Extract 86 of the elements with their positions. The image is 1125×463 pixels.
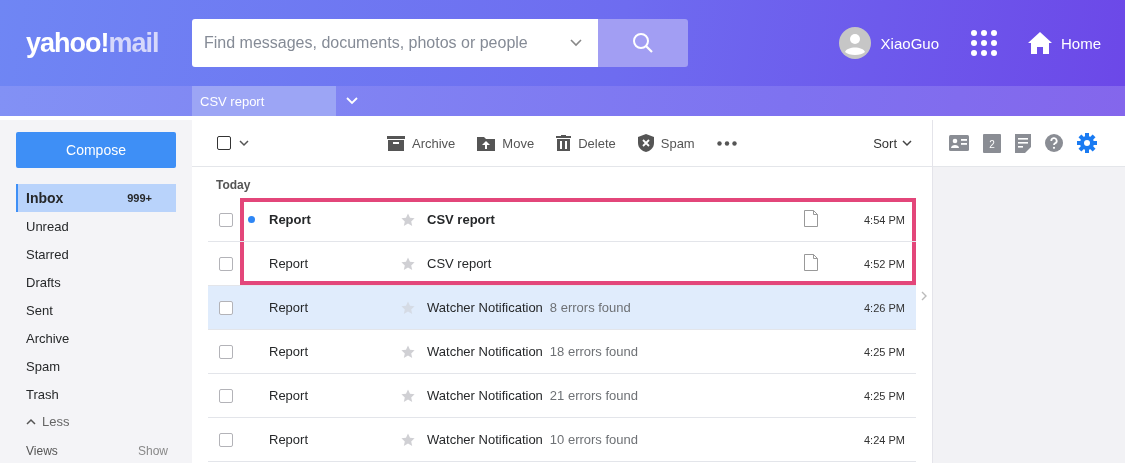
- folder-label: Archive: [26, 330, 70, 346]
- sender-name: Report: [269, 256, 310, 271]
- star-icon[interactable]: [401, 212, 415, 227]
- message-time: 4:25 PM: [864, 389, 906, 402]
- folder-item[interactable]: Spam: [16, 352, 176, 380]
- message-row[interactable]: Report Watcher Notification 21 errors found 4:25 PM: [208, 374, 916, 418]
- message-subject: Watcher Notification: [427, 388, 543, 403]
- shield-icon: [637, 134, 654, 152]
- star-icon[interactable]: [401, 256, 415, 271]
- search-field[interactable]: Find messages, documents, photos or people: [192, 19, 598, 67]
- message-time: 4:25 PM: [864, 345, 906, 358]
- chevron-right-icon[interactable]: [920, 291, 928, 301]
- folder-label: Unread: [26, 218, 69, 234]
- message-row[interactable]: Report Watcher Notification 10 errors found 4:24 PM: [208, 418, 916, 462]
- row-checkbox[interactable]: [219, 344, 233, 359]
- star-icon[interactable]: [401, 388, 415, 403]
- message-subject: Watcher Notification: [427, 344, 543, 359]
- folder-label: Spam: [26, 358, 60, 374]
- move-button[interactable]: Move: [477, 135, 535, 151]
- spam-button[interactable]: Spam: [637, 134, 695, 152]
- message-subject: CSV report: [427, 212, 495, 227]
- chevron-down-icon: [902, 139, 912, 147]
- more-icon[interactable]: [716, 140, 737, 146]
- folder-item[interactable]: Unread: [16, 212, 176, 240]
- message-time: 4:52 PM: [864, 257, 906, 270]
- sender-name: Report: [269, 388, 310, 403]
- contact-card-icon[interactable]: [949, 135, 969, 151]
- home-link[interactable]: Home: [1027, 31, 1101, 55]
- sort-button[interactable]: Sort: [873, 135, 912, 151]
- folder-label: Sent: [26, 302, 53, 318]
- folder-label: Trash: [26, 386, 59, 402]
- delete-button[interactable]: Delete: [556, 135, 616, 151]
- unread-count: 999+: [127, 192, 152, 204]
- message-snippet: 8 errors found: [549, 300, 631, 315]
- message-time: 4:24 PM: [864, 433, 906, 446]
- message-row[interactable]: Report Watcher Notification 8 errors found 4:26 PM: [208, 286, 916, 330]
- folder-item[interactable]: Sent: [16, 296, 176, 324]
- search-button[interactable]: [598, 19, 688, 67]
- row-checkbox[interactable]: [219, 256, 233, 271]
- message-snippet: 18 errors found: [549, 344, 638, 359]
- notepad-icon[interactable]: [1015, 133, 1031, 153]
- message-snippet: 10 errors found: [549, 432, 638, 447]
- message-subject: Watcher Notification: [427, 300, 543, 315]
- folder-item[interactable]: Drafts: [16, 268, 176, 296]
- archive-box-icon: [387, 135, 405, 151]
- archive-button[interactable]: Archive: [387, 135, 456, 151]
- folder-label: Inbox: [26, 190, 64, 206]
- star-icon[interactable]: [401, 432, 415, 447]
- folder-label: Starred: [26, 246, 69, 262]
- chevron-down-icon[interactable]: [570, 39, 582, 47]
- less-toggle[interactable]: Less: [16, 408, 176, 434]
- folder-label: Drafts: [26, 274, 61, 290]
- folder-item[interactable]: Starred: [16, 240, 176, 268]
- message-time: 4:26 PM: [864, 301, 906, 314]
- folder-item[interactable]: Trash: [16, 380, 176, 408]
- search-icon: [632, 32, 654, 54]
- group-heading: Today: [215, 177, 252, 194]
- house-icon: [1027, 31, 1053, 55]
- message-row[interactable]: Report Watcher Notification 18 errors found 4:25 PM: [208, 330, 916, 374]
- sender-name: Report: [269, 344, 310, 359]
- sender-name: Report: [269, 300, 310, 315]
- folder-item[interactable]: Archive: [16, 324, 176, 352]
- settings-icon[interactable]: [1077, 133, 1097, 153]
- message-subject: Watcher Notification: [427, 432, 543, 447]
- row-checkbox[interactable]: [219, 388, 233, 403]
- message-snippet: 21 errors found: [549, 388, 638, 403]
- star-icon[interactable]: [401, 344, 415, 359]
- row-checkbox[interactable]: [219, 212, 233, 227]
- apps-grid-icon[interactable]: [971, 30, 997, 56]
- chevron-down-icon[interactable]: [239, 139, 249, 147]
- message-subject: CSV report: [427, 256, 492, 271]
- avatar-icon[interactable]: [838, 27, 871, 59]
- help-icon[interactable]: [1045, 134, 1063, 152]
- sender-name: Report: [269, 432, 310, 447]
- message-row[interactable]: Report CSV report 4:54 PM: [208, 198, 916, 242]
- views-heading: Views: [26, 444, 58, 458]
- folder-arrow-icon: [477, 135, 496, 151]
- trash-icon: [556, 135, 572, 151]
- chevron-up-icon: [26, 417, 36, 425]
- sender-name: Report: [269, 212, 312, 227]
- user-name[interactable]: XiaoGuo: [880, 34, 939, 52]
- select-all-checkbox[interactable]: [217, 136, 231, 150]
- folder-item[interactable]: Inbox 999+: [16, 184, 176, 212]
- message-time: 4:54 PM: [864, 213, 906, 226]
- row-checkbox[interactable]: [219, 300, 233, 315]
- row-checkbox[interactable]: [219, 432, 233, 447]
